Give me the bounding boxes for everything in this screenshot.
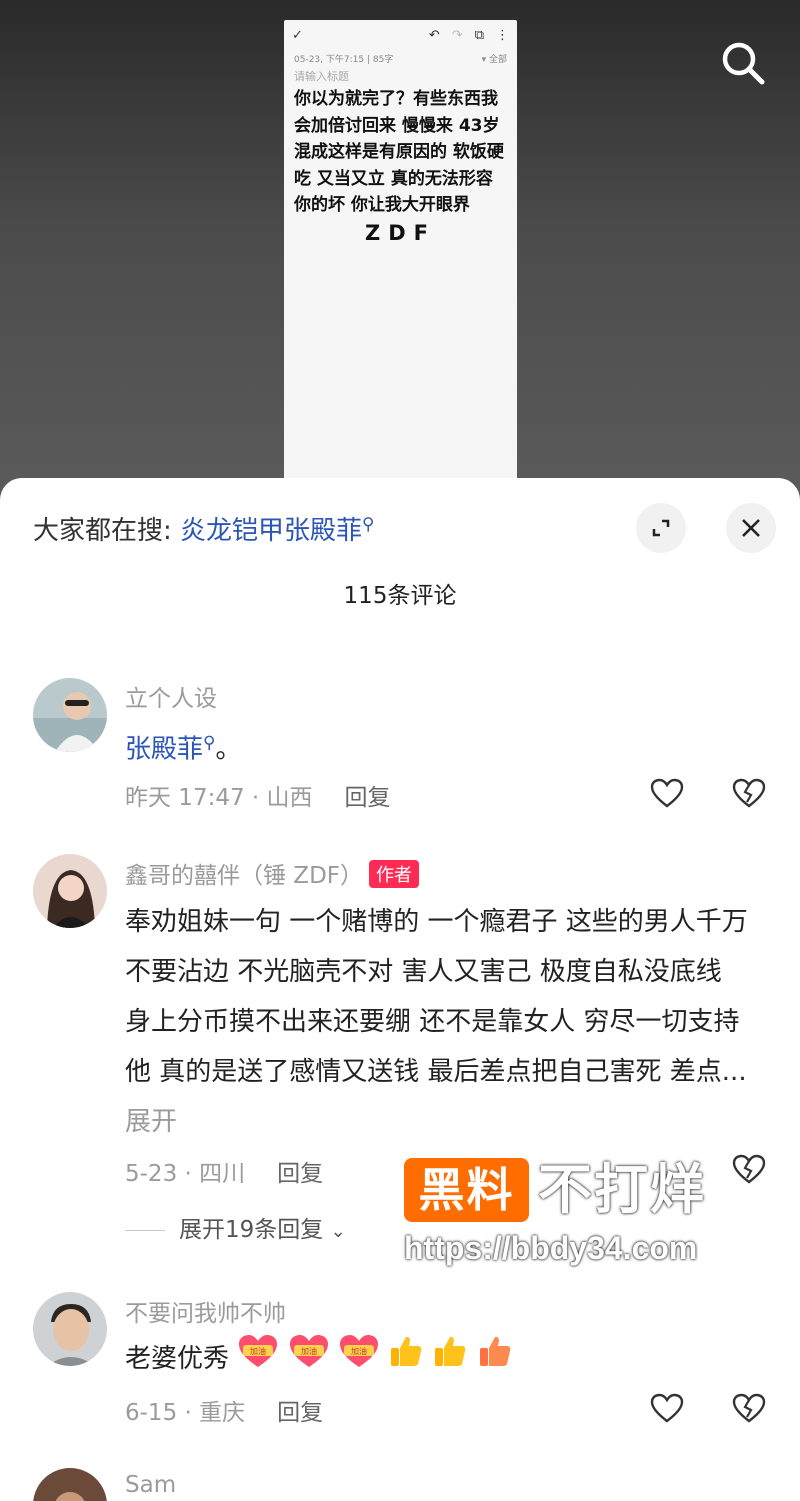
hot-search[interactable]: 大家都在搜: 炎龙铠甲张殿菲⚲ (33, 510, 375, 547)
cheer-emoji: 加油 (338, 1333, 380, 1386)
watermark-box: 黑料 (404, 1158, 529, 1222)
expand-text-link[interactable]: 展开 (125, 1107, 177, 1137)
reply-button[interactable]: 回复 (277, 1161, 323, 1187)
hot-search-prefix: 大家都在搜: (33, 516, 172, 546)
avatar[interactable] (33, 854, 107, 928)
avatar[interactable] (33, 1468, 107, 1501)
like-icon[interactable] (647, 773, 687, 813)
watermark: 黑料 不打烊 https://bbdy34.com (404, 1158, 734, 1278)
avatar[interactable] (33, 1292, 107, 1366)
comment-text: 老婆优秀 加油 加油 加油 (125, 1333, 765, 1386)
watermark-url: https://bbdy34.com (404, 1230, 698, 1266)
note-body: 你以为就完了？有些东西我会加倍讨回来 慢慢来 43岁混成这样是有原因的 软饭硬吃… (294, 89, 504, 215)
comment-author[interactable]: 不要问我帅不帅 (125, 1294, 286, 1328)
note-title-placeholder: 请输入标题 (294, 70, 349, 83)
hot-search-keyword[interactable]: 炎龙铠甲张殿菲 (180, 516, 362, 546)
redo-icon: ↷ (451, 27, 463, 43)
note-screenshot: ✓ ↶ ↷ ⧉ ⋮ 05-23, 下午7:15 | 85字 ▾ 全部 请输入标题… (284, 20, 517, 490)
close-icon (742, 519, 760, 537)
more-icon: ⋮ (496, 27, 509, 43)
comment-author[interactable]: 立个人设 (125, 679, 217, 713)
comment-time-location: 昨天 17:47 · 山西 (125, 785, 313, 811)
thumbs-up-icon (477, 1333, 513, 1386)
comment-time-location: 6-15 · 重庆 (125, 1400, 246, 1426)
reply-button[interactable]: 回复 (277, 1400, 323, 1426)
check-icon: ✓ (292, 27, 303, 43)
comment-meta: 昨天 17:47 · 山西 回复 (125, 778, 391, 812)
comment-link[interactable]: 张殿菲 (125, 735, 203, 765)
share-icon: ⧉ (474, 27, 484, 43)
divider (125, 1230, 165, 1231)
expand-button[interactable] (636, 503, 686, 553)
watermark-text: 不打烊 (538, 1158, 706, 1221)
dislike-icon[interactable] (729, 1388, 769, 1428)
search-icon[interactable] (718, 38, 768, 88)
comment-time-location: 5-23 · 四川 (125, 1161, 246, 1187)
chevron-down-icon: ⌄ (330, 1221, 346, 1242)
note-date: 05-23, 下午7:15 | 85字 (294, 55, 394, 65)
search-small-icon: ⚲ (203, 733, 216, 753)
close-button[interactable] (726, 503, 776, 553)
author-badge: 作者 (369, 860, 420, 888)
expand-icon (652, 519, 670, 537)
undo-icon: ↶ (428, 27, 440, 43)
avatar[interactable] (33, 678, 107, 752)
comment-meta: 5-23 · 四川 回复 (125, 1154, 323, 1188)
svg-text:加油: 加油 (351, 1346, 367, 1356)
note-meta: 05-23, 下午7:15 | 85字 ▾ 全部 (284, 52, 517, 65)
svg-text:加油: 加油 (250, 1346, 266, 1356)
comment-author[interactable]: 鑫哥的囍伴（锤 ZDF） 作者 (125, 856, 420, 890)
note-folder: ▾ 全部 (481, 55, 507, 65)
comment-text: 奉劝姐妹一句 一个赌博的 一个瘾君子 这些的男人千万不要沾边 不光脑壳不对 害人… (125, 907, 748, 1137)
note-toolbar: ✓ ↶ ↷ ⧉ ⋮ (284, 20, 517, 50)
thumbs-up-icon (388, 1333, 424, 1386)
comment-count: 115条评论 (343, 583, 457, 609)
cheer-emoji: 加油 (237, 1333, 279, 1386)
dislike-icon[interactable] (729, 773, 769, 813)
svg-text:加油: 加油 (301, 1346, 317, 1356)
reply-button[interactable]: 回复 (345, 785, 391, 811)
dislike-icon[interactable] (729, 1149, 769, 1189)
comment-sheet: 大家都在搜: 炎龙铠甲张殿菲⚲ 115条评论 立个人设 张殿菲⚲。 昨天 17:… (0, 478, 800, 1501)
thumbs-up-icon (432, 1333, 468, 1386)
note-signature: ZDF (364, 220, 436, 245)
comment-text: 张殿菲⚲。 (125, 733, 242, 765)
search-small-icon: ⚲ (362, 514, 375, 535)
like-icon[interactable] (647, 1388, 687, 1428)
comment-meta: 6-15 · 重庆 回复 (125, 1393, 323, 1427)
expand-replies-button[interactable]: 展开19条回复 ⌄ (125, 1210, 346, 1244)
cheer-emoji: 加油 (288, 1333, 330, 1386)
comment-author[interactable]: Sam (125, 1472, 176, 1498)
